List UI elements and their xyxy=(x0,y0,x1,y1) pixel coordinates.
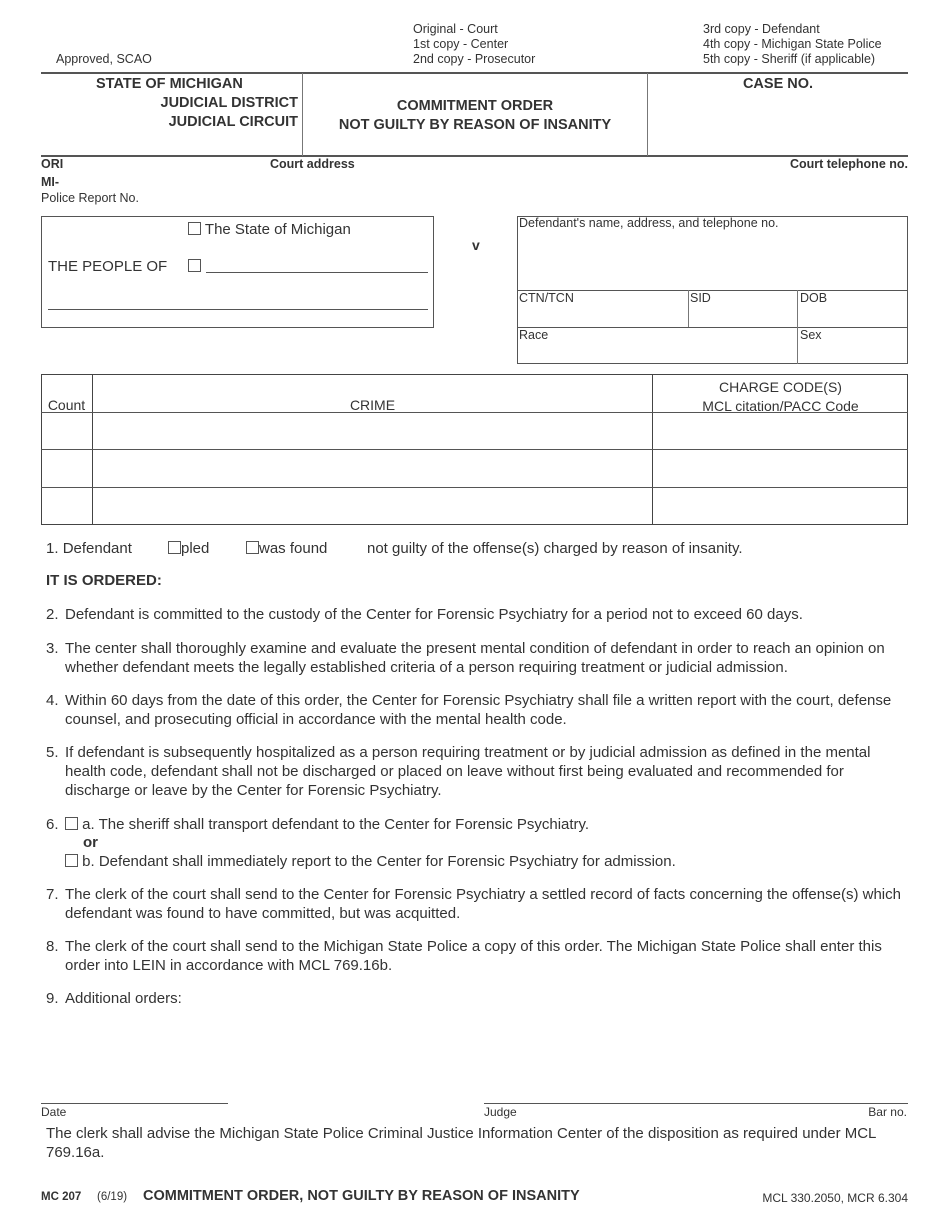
ori-label: ORI xyxy=(41,157,64,171)
other-plaintiff-checkbox[interactable] xyxy=(188,259,201,272)
police-report-field[interactable]: Police Report No. xyxy=(41,191,139,205)
title-line-2: NOT GUILTY BY REASON OF INSANITY xyxy=(338,117,612,133)
charge-code-header: CHARGE CODE(S) MCL citation/PACC Code xyxy=(702,379,859,414)
defendant-name-field[interactable]: Defendant's name, address, and telephone… xyxy=(519,216,779,230)
state-of-michigan-option[interactable]: The State of Michigan xyxy=(188,221,351,238)
clerk-notice: The clerk shall advise the Michigan Stat… xyxy=(46,1125,876,1161)
distribution-fifth: 5th copy - Sheriff (if applicable) xyxy=(703,52,876,66)
row-1-charge-cell[interactable] xyxy=(653,413,907,449)
page-title: COMMITMENT ORDER NOT GUILTY BY REASON OF… xyxy=(303,97,647,135)
order-item-4: 4. Within 60 days from the date of this … xyxy=(46,692,892,728)
race-field[interactable]: Race xyxy=(519,328,548,342)
court-circuit[interactable]: JUDICIAL CIRCUIT xyxy=(169,114,298,130)
date-label: Date xyxy=(41,1105,67,1119)
footer-title: COMMITMENT ORDER, NOT GUILTY BY REASON O… xyxy=(143,1188,580,1204)
row-2-charge-cell[interactable] xyxy=(653,450,907,487)
court-telephone-field[interactable]: Court telephone no. xyxy=(790,157,908,171)
title-line-1: COMMITMENT ORDER xyxy=(396,98,554,114)
distribution-second: 2nd copy - Prosecutor xyxy=(413,52,536,66)
dob-field[interactable]: DOB xyxy=(800,291,827,305)
form-revision: (6/19) xyxy=(97,1191,128,1203)
additional-orders-field[interactable] xyxy=(46,1010,908,1100)
was-found-checkbox[interactable] xyxy=(246,541,259,554)
bar-no-label: Bar no. xyxy=(868,1105,907,1119)
footer-authority: MCL 330.2050, MCR 6.304 xyxy=(762,1191,908,1205)
finding-item: 1. Defendant xyxy=(46,540,132,557)
distribution-right: 3rd copy - Defendant 4th copy - Michigan… xyxy=(703,22,882,67)
row-1-count-cell[interactable] xyxy=(42,413,92,449)
header-bottom-rule xyxy=(41,155,908,157)
approved-scao: Approved, SCAO xyxy=(56,52,152,66)
ordered-heading: IT IS ORDERED: xyxy=(46,572,162,589)
crime-header: CRIME xyxy=(349,397,396,413)
ori-mi-field[interactable]: MI- xyxy=(41,175,59,189)
plaintiff-name-field[interactable] xyxy=(48,309,428,310)
or-label: or xyxy=(83,834,98,851)
header-top-rule xyxy=(41,72,908,74)
distribution-original: Original - Court xyxy=(413,22,498,36)
date-line[interactable] xyxy=(41,1103,228,1104)
court-address-field[interactable]: Court address xyxy=(270,157,355,171)
order-item-6-num: 6. xyxy=(46,816,59,833)
state-of-michigan-checkbox[interactable] xyxy=(188,222,201,235)
other-plaintiff-field[interactable] xyxy=(206,272,428,273)
self-report-checkbox[interactable] xyxy=(65,854,78,867)
distribution-third: 3rd copy - Defendant xyxy=(703,22,820,36)
transport-option[interactable]: a. The sheriff shall transport defendant… xyxy=(65,815,589,834)
row-3-count-cell[interactable] xyxy=(42,488,92,524)
pled-option[interactable]: pled xyxy=(168,539,209,558)
court-district[interactable]: JUDICIAL DISTRICT xyxy=(161,95,299,111)
distribution-left: Original - Court 1st copy - Center 2nd c… xyxy=(413,22,535,67)
row-3-crime-cell[interactable] xyxy=(93,488,652,524)
distribution-first: 1st copy - Center xyxy=(413,37,509,51)
order-item-8: 8. The clerk of the court shall send to … xyxy=(46,938,882,974)
order-item-9: 9. Additional orders: xyxy=(46,990,182,1007)
row-3-charge-cell[interactable] xyxy=(653,488,907,524)
defendant-divider-2 xyxy=(517,327,908,328)
judge-label: Judge xyxy=(484,1105,517,1119)
finding-tail: not guilty of the offense(s) charged by … xyxy=(367,540,743,557)
order-item-5: 5. If defendant is subsequently hospital… xyxy=(46,744,871,799)
distribution-fourth: 4th copy - Michigan State Police xyxy=(703,37,882,51)
transport-checkbox[interactable] xyxy=(65,817,78,830)
dob-divider xyxy=(797,290,798,364)
judge-signature-line[interactable] xyxy=(484,1103,908,1104)
self-report-option[interactable]: b. Defendant shall immediately report to… xyxy=(65,852,676,871)
defendant-divider-1 xyxy=(517,290,908,291)
order-item-2: 2. Defendant is committed to the custody… xyxy=(46,606,803,623)
order-item-7: 7. The clerk of the court shall send to … xyxy=(46,886,901,922)
form-number: MC 207 xyxy=(41,1191,82,1203)
sid-field[interactable]: SID xyxy=(690,291,711,305)
order-item-3: 3. The center shall thoroughly examine a… xyxy=(46,640,885,676)
row-2-count-cell[interactable] xyxy=(42,450,92,487)
sex-field[interactable]: Sex xyxy=(800,328,822,342)
case-no-field[interactable]: CASE NO. xyxy=(648,76,908,92)
court-state: STATE OF MICHIGAN xyxy=(96,76,243,92)
pled-checkbox[interactable] xyxy=(168,541,181,554)
ctn-field[interactable]: CTN/TCN xyxy=(519,291,574,305)
sid-divider xyxy=(688,290,689,327)
count-header: Count xyxy=(47,397,86,413)
row-1-crime-cell[interactable] xyxy=(93,413,652,449)
was-found-option[interactable]: was found xyxy=(246,539,327,558)
row-2-crime-cell[interactable] xyxy=(93,450,652,487)
versus-label: v xyxy=(472,237,480,253)
people-of-label: THE PEOPLE OF xyxy=(48,258,168,275)
